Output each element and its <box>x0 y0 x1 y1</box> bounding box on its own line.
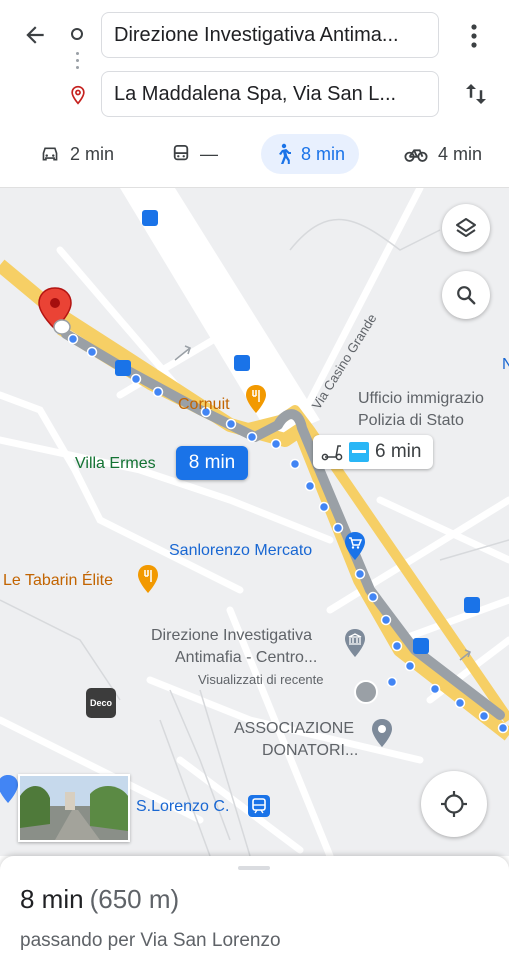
label-ufficio-immigrazione-2[interactable]: Polizia di Stato <box>358 411 464 431</box>
destination-marker-icon[interactable] <box>35 286 75 340</box>
walk-icon <box>279 143 291 164</box>
scooter-duration-label: 6 min <box>375 441 422 462</box>
origin-circle-icon <box>71 28 83 40</box>
travel-mode-bar: 2 min — 8 min 4 min <box>0 128 509 180</box>
label-sanlorenzo-mercato[interactable]: Sanlorenzo Mercato <box>169 541 312 561</box>
train-icon <box>173 145 189 161</box>
mode-bike[interactable]: 4 min <box>404 134 482 174</box>
back-button[interactable] <box>18 18 52 52</box>
mode-drive-label: 2 min <box>70 143 115 164</box>
destination-pin-icon <box>71 85 85 105</box>
label-edge: N <box>502 356 509 373</box>
destination-text: La Maddalena Spa, Via San L... <box>114 82 397 105</box>
mode-transit-label: — <box>200 143 218 164</box>
label-direzione-2[interactable]: Antimafia - Centro... <box>175 648 317 668</box>
mode-walk-label: 8 min <box>301 143 346 164</box>
restaurant-icon[interactable] <box>245 384 267 414</box>
route-eta: 8 min (650 m) <box>20 884 179 915</box>
header-divider <box>0 187 509 188</box>
street-view-thumbnail[interactable] <box>18 774 130 842</box>
back-arrow-icon <box>26 26 44 44</box>
map-view[interactable]: Cornuit Villa Ermes Ufficio immigrazio P… <box>0 188 509 856</box>
car-icon <box>42 147 58 161</box>
shopping-cart-icon[interactable] <box>343 531 367 561</box>
label-ufficio-immigrazione-1[interactable]: Ufficio immigrazio <box>358 389 484 409</box>
search-map-button[interactable] <box>442 271 490 319</box>
route-duration: 8 min <box>20 884 84 914</box>
search-icon <box>457 286 476 305</box>
route-duration-badge[interactable]: 8 min <box>176 446 248 480</box>
layers-icon <box>456 218 476 237</box>
deco-label: Deco <box>89 698 112 708</box>
mode-bike-label: 4 min <box>438 143 483 164</box>
scooter-brand-icon <box>349 442 369 462</box>
origin-field[interactable]: Direzione Investigativa Antima... <box>101 12 439 58</box>
route-via: passando per Via San Lorenzo <box>20 930 281 951</box>
label-s-lorenzo[interactable]: S.Lorenzo C. <box>136 797 229 817</box>
scooter-icon <box>321 445 343 461</box>
map-streets <box>0 188 509 856</box>
train-station-icon[interactable] <box>247 794 271 818</box>
deco-logo[interactable]: Deco <box>86 688 116 718</box>
scooter-duration-badge[interactable]: 6 min <box>313 435 433 469</box>
destination-field[interactable]: La Maddalena Spa, Via San L... <box>101 71 439 117</box>
label-associazione-2[interactable]: DONATORI... <box>262 741 358 761</box>
street-view-image <box>20 776 128 840</box>
bicycle-icon <box>404 149 428 162</box>
mode-walk[interactable]: 8 min <box>261 134 360 174</box>
label-le-tabarin[interactable]: Le Tabarin Élite <box>3 571 113 591</box>
directions-header: Direzione Investigativa Antima... La Mad… <box>0 0 509 188</box>
government-building-icon[interactable] <box>343 628 367 658</box>
mode-transit[interactable]: — <box>172 134 218 174</box>
route-duration-label: 8 min <box>188 452 236 473</box>
crosshair-icon <box>441 791 467 817</box>
swap-icon[interactable] <box>461 79 491 109</box>
sheet-drag-handle[interactable] <box>238 866 270 870</box>
route-summary-sheet[interactable]: 8 min (650 m) passando per Via San Lorenz… <box>0 856 509 960</box>
route-dots-icon <box>76 52 79 73</box>
restaurant-icon-2[interactable] <box>137 564 159 594</box>
label-direzione-1[interactable]: Direzione Investigativa <box>151 626 312 646</box>
mode-drive[interactable]: 2 min <box>40 134 114 174</box>
association-pin-icon[interactable] <box>370 718 394 748</box>
more-options-icon[interactable] <box>464 22 484 50</box>
label-villa-ermes[interactable]: Villa Ermes <box>75 454 156 474</box>
label-visualizzati-recente: Visualizzati di recente <box>198 672 324 687</box>
my-location-button[interactable] <box>421 771 487 837</box>
partial-pin-icon[interactable] <box>0 774 20 804</box>
layers-button[interactable] <box>442 204 490 252</box>
route-distance: (650 m) <box>89 884 180 914</box>
label-associazione-1[interactable]: ASSOCIAZIONE <box>234 719 354 739</box>
origin-text: Direzione Investigativa Antima... <box>114 23 399 46</box>
label-cornuit[interactable]: Cornuit <box>178 395 230 415</box>
